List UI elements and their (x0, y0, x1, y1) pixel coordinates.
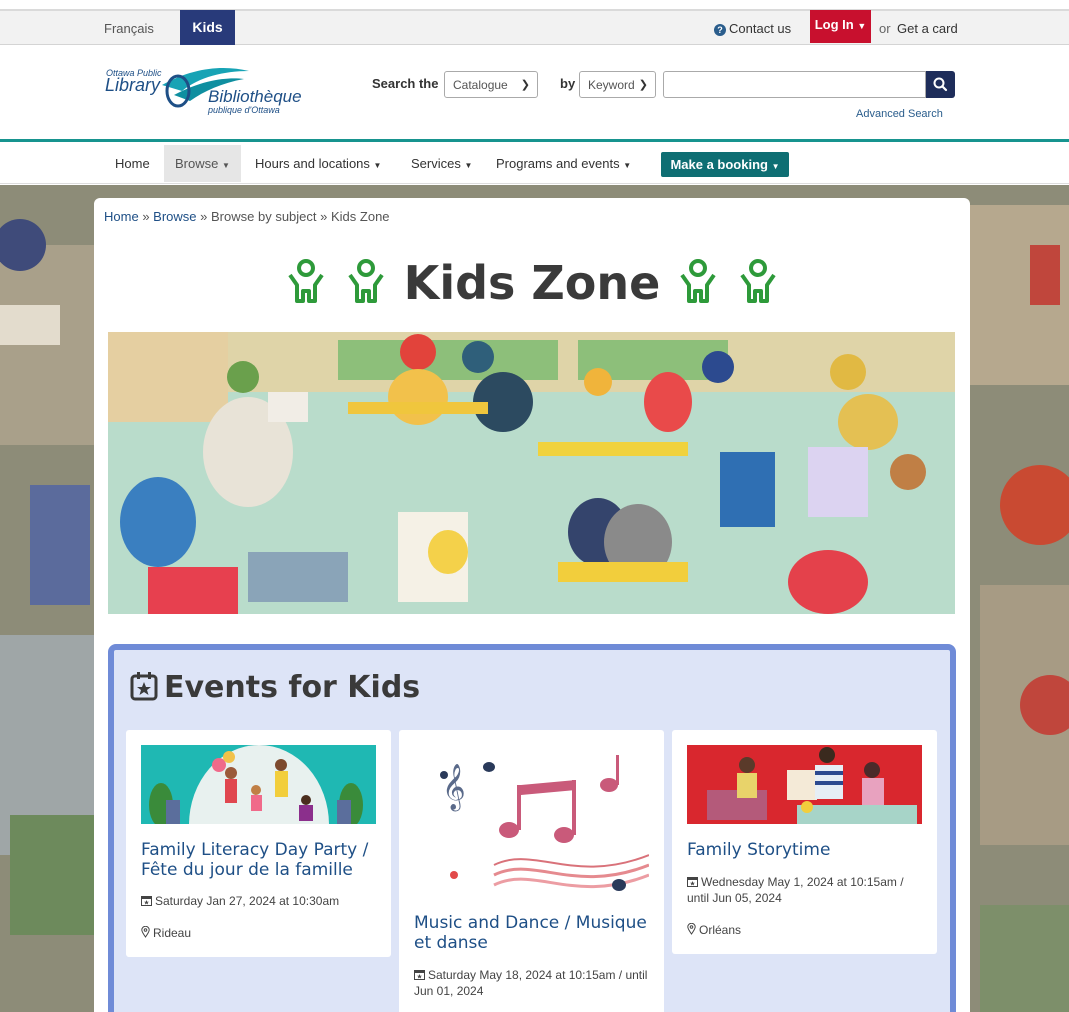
login-label: Log In (814, 17, 854, 32)
breadcrumb-home[interactable]: Home (104, 209, 139, 224)
breadcrumb-separator: » (142, 209, 150, 224)
top-utility-bar: Français Kids ? Contact us Log In ▼ or Ge… (0, 9, 1069, 45)
event-title[interactable]: Family Literacy Day Party / Fête du jour… (141, 840, 376, 880)
kid-icon (740, 259, 776, 303)
site-header: Ottawa Public Library Bibliothèque publi… (0, 45, 1069, 142)
event-card[interactable]: 𝄞 Music and Dance / Musique et danse Sat… (399, 730, 664, 1012)
search-the-label: Search the (372, 76, 439, 91)
calendar-star-icon (130, 672, 158, 701)
search-by-select[interactable]: Keyword ❯ (579, 71, 656, 98)
kid-icon (680, 259, 716, 303)
event-date: Saturday Jan 27, 2024 at 10:30am (141, 893, 376, 909)
calendar-icon (414, 970, 425, 980)
caret-down-icon: ▼ (623, 161, 632, 170)
map-pin-icon (141, 926, 150, 938)
get-card-link[interactable]: Get a card (897, 21, 958, 36)
main-nav: Home Browse ▼ Hours and locations ▼ Serv… (0, 145, 1069, 184)
logo-text-publique: publique d'Ottawa (208, 105, 280, 115)
event-date: Wednesday May 1, 2024 at 10:15am / until… (687, 874, 922, 906)
question-icon: ? (714, 24, 726, 36)
by-label: by (560, 76, 576, 91)
advanced-search-link[interactable]: Advanced Search (856, 108, 943, 120)
event-image-art (141, 745, 376, 824)
kid-icon (288, 259, 324, 303)
nav-programs-events[interactable]: Programs and events ▼ (485, 145, 642, 182)
booking-label: Make a booking (670, 157, 768, 172)
event-card[interactable]: Family Literacy Day Party / Fête du jour… (126, 730, 391, 957)
logo-text-library: Library (105, 75, 161, 95)
kids-zone-banner-image (108, 332, 955, 614)
event-date-text: Saturday Jan 27, 2024 at 10:30am (155, 894, 340, 908)
chevron-down-icon: ▼ (857, 21, 867, 31)
event-title[interactable]: Family Storytime (687, 840, 922, 860)
logo-text-bibliotheque: Bibliothèque (208, 87, 302, 106)
event-location: Orléans (687, 923, 741, 937)
event-date-text: Wednesday May 1, 2024 at 10:15am / until… (687, 875, 904, 905)
caret-down-icon: ▼ (771, 162, 780, 171)
event-image-art (687, 745, 922, 824)
event-image-art: 𝄞 (414, 745, 649, 895)
or-text: or (879, 21, 891, 36)
caret-down-icon: ▼ (464, 161, 473, 170)
event-location-text: Rideau (153, 926, 192, 940)
nav-hours-locations[interactable]: Hours and locations ▼ (244, 145, 392, 182)
language-link[interactable]: Français (104, 21, 154, 36)
event-image: 𝄞 (414, 745, 649, 895)
catalogue-select-value: Catalogue (453, 78, 508, 92)
contact-link[interactable]: ? Contact us (714, 21, 791, 36)
events-heading-text: Events for Kids (164, 670, 421, 705)
event-location: Rideau (141, 926, 191, 940)
kid-icon (348, 259, 384, 303)
svg-text:𝄞: 𝄞 (442, 764, 466, 812)
events-section: Events for Kids Family Literacy Day Part… (108, 644, 956, 1012)
event-date: Saturday May 18, 2024 at 10:15am / until… (414, 967, 649, 999)
events-heading: Events for Kids (130, 670, 420, 705)
chevron-down-icon: ❯ (638, 79, 648, 91)
search-icon (933, 77, 948, 92)
event-title[interactable]: Music and Dance / Musique et danse (414, 913, 649, 953)
map-pin-icon (687, 923, 696, 935)
breadcrumb: Home » Browse » Browse by subject » Kids… (104, 209, 390, 224)
banner-illustration (108, 332, 955, 614)
nav-browse-label: Browse (175, 156, 219, 171)
event-date-text: Saturday May 18, 2024 at 10:15am / until… (414, 968, 648, 998)
calendar-icon (687, 877, 698, 887)
caret-down-icon: ▼ (373, 161, 382, 170)
page-title-text: Kids Zone (403, 256, 661, 310)
breadcrumb-current: Kids Zone (331, 209, 390, 224)
event-image (687, 745, 922, 824)
breadcrumb-separator: » (200, 209, 208, 224)
make-booking-button[interactable]: Make a booking ▼ (661, 152, 789, 177)
login-button[interactable]: Log In ▼ (810, 10, 871, 43)
library-logo[interactable]: Ottawa Public Library Bibliothèque publi… (104, 65, 314, 121)
chevron-down-icon: ❯ (520, 79, 530, 91)
contact-label: Contact us (729, 21, 792, 36)
nav-services[interactable]: Services ▼ (400, 145, 483, 182)
breadcrumb-separator: » (320, 209, 328, 224)
kids-tab[interactable]: Kids (180, 10, 235, 45)
event-location-text: Orléans (699, 923, 742, 937)
page-title: Kids Zone (94, 256, 970, 310)
breadcrumb-subject: Browse by subject (211, 209, 317, 224)
nav-programs-label: Programs and events (496, 156, 620, 171)
search-input[interactable] (663, 71, 926, 98)
nav-home[interactable]: Home (104, 145, 161, 182)
event-card[interactable]: Family Storytime Wednesday May 1, 2024 a… (672, 730, 937, 954)
caret-down-icon: ▼ (221, 161, 230, 170)
search-by-select-value: Keyword (588, 78, 635, 92)
breadcrumb-browse[interactable]: Browse (153, 209, 196, 224)
event-image (141, 745, 376, 824)
catalogue-select[interactable]: Catalogue ❯ (444, 71, 538, 98)
nav-browse[interactable]: Browse ▼ (164, 145, 241, 182)
main-content: Home » Browse » Browse by subject » Kids… (94, 198, 970, 1012)
search-button[interactable] (926, 71, 955, 98)
nav-hours-label: Hours and locations (255, 156, 370, 171)
calendar-icon (141, 896, 152, 906)
nav-services-label: Services (411, 156, 461, 171)
